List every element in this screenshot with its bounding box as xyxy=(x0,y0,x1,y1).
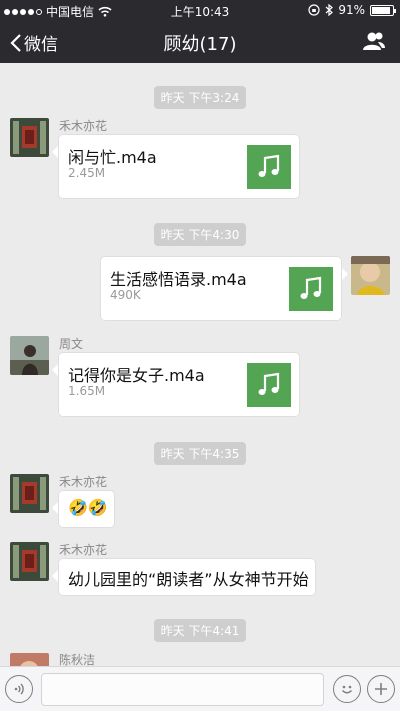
music-note-icon xyxy=(258,154,280,177)
emoji-icon xyxy=(341,685,353,694)
avatar[interactable] xyxy=(10,336,49,375)
file-message[interactable]: 闲与忙.m4a 2.45M xyxy=(52,134,300,199)
avatar[interactable] xyxy=(10,542,49,581)
file-message[interactable]: 记得你是女子.m4a 1.65M xyxy=(52,352,300,417)
text-message[interactable]: 幼儿园里的“朗读者”从女神节开始 xyxy=(52,558,316,596)
sender-name: 陈秋洁 xyxy=(59,653,96,666)
sender-name: 禾木亦花 xyxy=(59,543,108,557)
file-size: 1.65M xyxy=(68,384,106,398)
battery-icon xyxy=(370,4,396,16)
message-text: 幼儿园里的“朗读者”从女神节开始 xyxy=(68,570,309,589)
emoji-button[interactable] xyxy=(333,675,361,703)
sender-name: 禾木亦花 xyxy=(59,119,108,133)
file-size: 2.45M xyxy=(68,166,106,180)
music-note-icon xyxy=(300,276,322,299)
sender-name: 禾木亦花 xyxy=(59,475,108,489)
file-name: 闲与忙.m4a xyxy=(68,148,157,167)
text-message[interactable]: 🤣🤣 xyxy=(52,490,115,528)
music-note-icon xyxy=(258,372,280,395)
file-name: 记得你是女子.m4a xyxy=(68,366,205,385)
avatar[interactable] xyxy=(10,474,49,513)
message-text: 🤣🤣 xyxy=(68,498,108,517)
file-name: 生活感悟语录.m4a xyxy=(110,270,247,289)
timestamp: 昨天 下午4:41 xyxy=(0,619,400,642)
bluetooth-icon xyxy=(325,4,334,16)
top-bar: 中国电信 上午10:43 91% 微信 顾幼(17) xyxy=(0,0,400,63)
sender-name: 周文 xyxy=(59,337,84,351)
file-message[interactable]: 生活感悟语录.m4a 490K xyxy=(100,256,348,321)
message-input[interactable] xyxy=(41,673,324,706)
chat-area[interactable]: 昨天 下午3:24 禾木亦花 闲与忙.m4a 2.45M 昨天 下午4:30 生… xyxy=(0,63,400,666)
file-size: 490K xyxy=(110,288,141,302)
timestamp: 昨天 下午4:30 xyxy=(0,223,400,246)
timestamp: 昨天 下午3:24 xyxy=(0,86,400,109)
group-info-button[interactable] xyxy=(362,31,386,55)
battery-fill xyxy=(372,6,391,14)
more-button[interactable] xyxy=(367,675,395,703)
timestamp: 昨天 下午4:35 xyxy=(0,442,400,465)
avatar[interactable] xyxy=(10,653,49,666)
status-bar: 中国电信 上午10:43 91% xyxy=(0,0,400,21)
music-file-icon xyxy=(289,267,333,311)
avatar[interactable] xyxy=(10,118,49,157)
nav-bar: 微信 顾幼(17) xyxy=(0,21,400,63)
music-file-icon xyxy=(247,145,291,189)
orientation-lock-icon xyxy=(308,4,320,16)
people-icon xyxy=(363,32,385,50)
plus-icon xyxy=(375,683,387,695)
chat-title: 顾幼(17) xyxy=(163,34,237,55)
voice-button[interactable] xyxy=(5,675,33,703)
battery-label: 91% xyxy=(338,3,365,17)
voice-icon xyxy=(14,683,24,695)
avatar[interactable] xyxy=(351,256,390,295)
input-bar xyxy=(0,666,400,711)
music-file-icon xyxy=(247,363,291,407)
